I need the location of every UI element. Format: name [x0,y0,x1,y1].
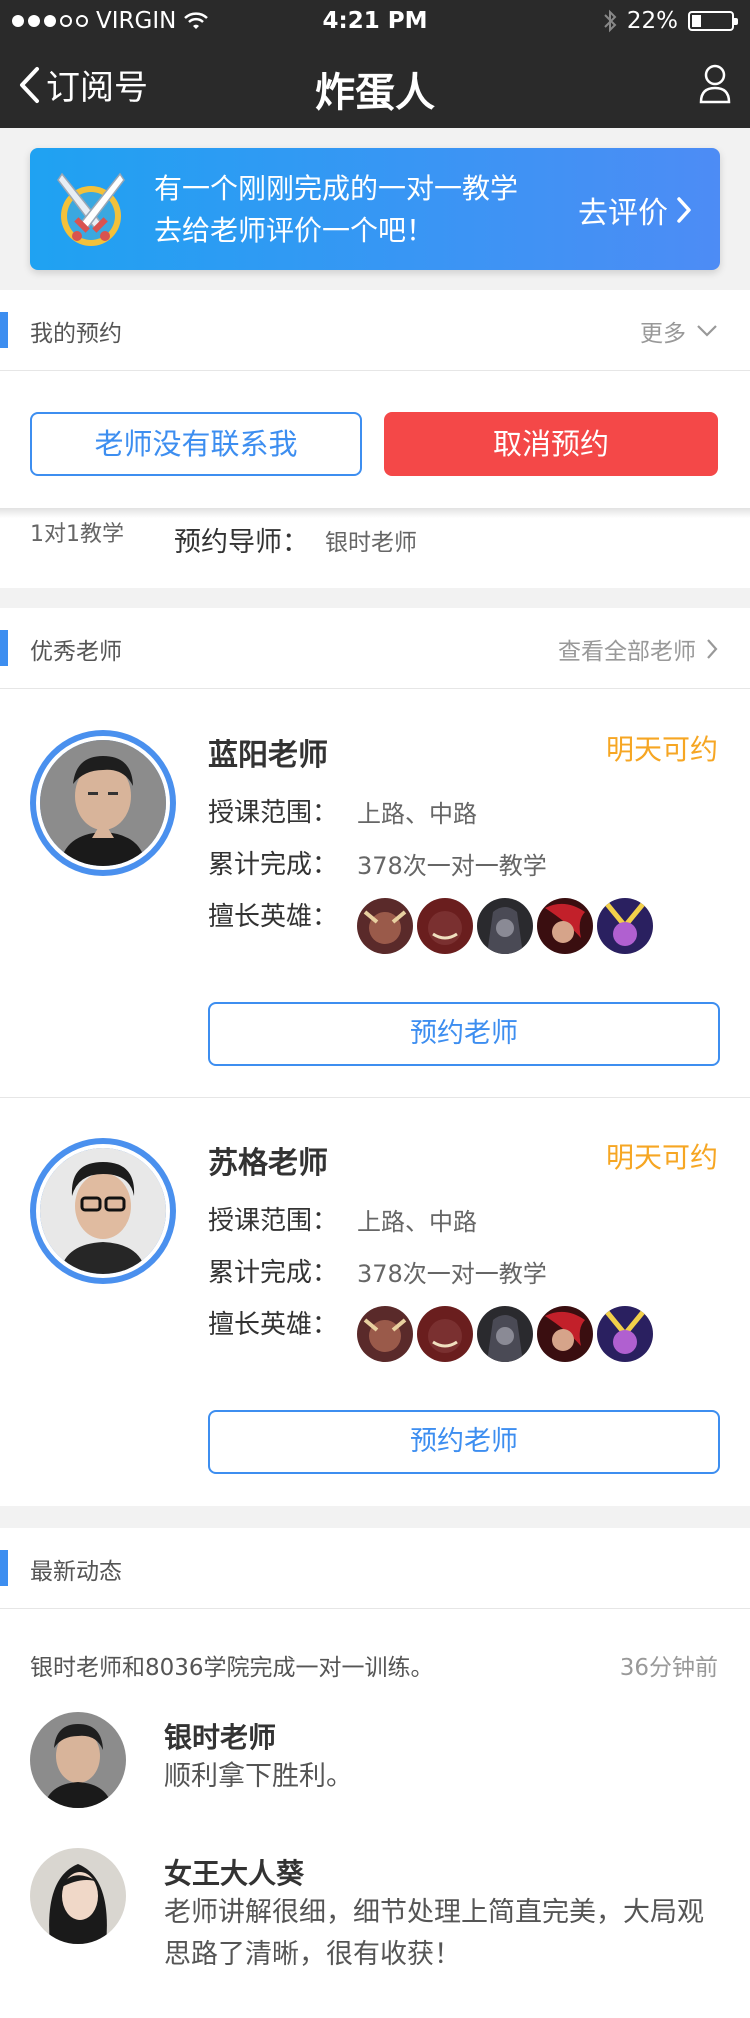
book-teacher-button[interactable]: 预约老师 [208,1410,720,1474]
teacher-card: 苏格老师 明天可约 授课范围： 上路、中路 累计完成： 378次一对一教学 擅长… [0,1098,750,1505]
chevron-right-icon [707,639,718,659]
section-title: 最新动态 [30,1559,122,1585]
commenter-name: 女王大人葵 [164,1857,305,1890]
banner-line-1: 有一个刚刚完成的一对一教学 [154,172,519,205]
news-header: 最新动态 [0,1528,750,1609]
comment-text: 老师讲解很细，细节处理上简直完美，大局观思路了清晰，很有收获！ [164,1897,704,1970]
completed-label: 累计完成： [208,1258,339,1288]
availability-status: 明天可约 [605,733,718,766]
teacher-name: 苏格老师 [208,1146,328,1181]
completed-label: 累计完成： [208,850,339,880]
teacher-photo [36,1144,170,1278]
commenter-avatar [30,1712,126,1808]
mentor-name: 银时老师 [325,530,417,556]
hero-avatar[interactable] [417,898,473,954]
section-accent-bar [0,1550,8,1586]
my-booking-section: 我的预约 更多 老师没有联系我 取消预约 1对1教学 预约导师： 银时老师 [0,290,750,588]
go-review-button[interactable]: 去评价 [578,188,692,232]
booking-type: 1对1教学 [30,522,124,547]
banner-line-2: 去给老师评价一个吧！ [154,214,435,247]
battery-percent: 22% [626,8,678,34]
teacher-name: 蓝阳老师 [208,738,328,773]
completed-value: 378次一对一教学 [357,852,547,880]
status-bar: VIRGIN 4:21 PM 22% [0,0,750,42]
chevron-down-icon [697,325,717,337]
banner-message: 有一个刚刚完成的一对一教学 去给老师评价一个吧！ [154,168,518,252]
chevron-right-icon [677,197,691,223]
feed-item[interactable]: 银时老师 顺利拿下胜利。 [0,1710,750,1830]
hero-avatar[interactable] [597,1306,653,1362]
hero-avatar[interactable] [537,1306,593,1362]
nav-bar: 订阅号 炸蛋人 [0,42,750,128]
go-review-label: 去评价 [578,196,668,231]
teachers-section: 优秀老师 查看全部老师 蓝阳老师 明天可约 授课范围： 上路、中路 累计完成： … [0,608,750,1506]
hero-list [357,898,653,954]
battery-icon [688,11,738,31]
profile-button[interactable] [698,62,732,108]
completed-value: 378次一对一教学 [357,1260,547,1288]
view-all-label: 查看全部老师 [558,639,696,665]
hero-avatar[interactable] [417,1306,473,1362]
hero-avatar[interactable] [597,898,653,954]
no-contact-button[interactable]: 老师没有联系我 [30,412,362,476]
review-banner[interactable]: 有一个刚刚完成的一对一教学 去给老师评价一个吧！ 去评价 [30,148,720,270]
page-title: 炸蛋人 [315,70,435,116]
view-all-teachers-button[interactable]: 查看全部老师 [558,632,718,666]
section-accent-bar [0,630,8,666]
hero-avatar[interactable] [477,1306,533,1362]
scope-label: 授课范围： [208,798,339,828]
section-title: 优秀老师 [30,639,122,665]
comment-text: 顺利拿下胜利。 [164,1761,353,1792]
teacher-avatar[interactable] [30,1138,176,1284]
teacher-card: 蓝阳老师 明天可约 授课范围： 上路、中路 累计完成： 378次一对一教学 擅长… [0,690,750,1097]
bluetooth-icon [604,9,617,33]
status-right: 22% [603,8,738,34]
hero-avatar[interactable] [357,1306,413,1362]
news-event: 银时老师和8036学院完成一对一训练。 [30,1655,434,1681]
heroes-label: 擅长英雄： [208,1310,339,1340]
hero-list [357,1306,653,1362]
hero-avatar[interactable] [537,898,593,954]
book-teacher-button[interactable]: 预约老师 [208,1002,720,1066]
user-icon [699,64,731,104]
scope-value: 上路、中路 [357,800,477,828]
mentor-label: 预约导师： [174,527,309,558]
more-label: 更多 [640,321,686,347]
news-section: 最新动态 银时老师和8036学院完成一对一训练。 36分钟前 银时老师 顺利拿下… [0,1528,750,2018]
scope-label: 授课范围： [208,1206,339,1236]
teacher-avatar[interactable] [30,730,176,876]
section-title: 我的预约 [30,321,122,347]
cancel-booking-button[interactable]: 取消预约 [384,412,718,476]
hero-avatar[interactable] [357,898,413,954]
availability-status: 明天可约 [605,1141,718,1174]
commenter-avatar [30,1848,126,1944]
commenter-name: 银时老师 [164,1721,277,1754]
section-accent-bar [0,312,8,348]
teachers-header: 优秀老师 查看全部老师 [0,608,750,689]
crossed-swords-logo-icon [57,172,125,246]
scope-value: 上路、中路 [357,1208,477,1236]
more-button[interactable]: 更多 [640,314,718,348]
teacher-photo [36,736,170,870]
hero-avatar[interactable] [477,898,533,954]
heroes-label: 擅长英雄： [208,902,339,932]
news-time: 36分钟前 [619,1655,718,1681]
my-booking-header: 我的预约 更多 [0,290,750,371]
feed-item[interactable]: 女王大人葵 老师讲解很细，细节处理上简直完美，大局观思路了清晰，很有收获！ [0,1846,750,1996]
